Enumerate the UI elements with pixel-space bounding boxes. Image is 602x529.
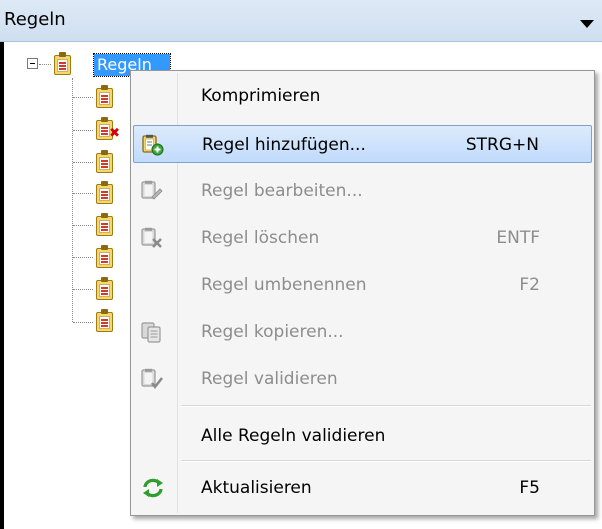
tree-line xyxy=(73,289,93,290)
root-clipboard-icon xyxy=(53,52,73,76)
tree-line xyxy=(73,225,93,226)
menu-item-label: Aktualisieren xyxy=(201,478,312,498)
menu-item-aktualisieren[interactable]: Aktualisieren F5 xyxy=(133,469,592,507)
tree-line xyxy=(39,64,51,65)
tree-line xyxy=(73,162,93,163)
panel-title: Regeln xyxy=(4,9,66,30)
delete-rule-icon xyxy=(141,227,163,249)
tree-line xyxy=(72,78,73,322)
context-menu: Komprimieren Regel hinzufügen... STRG+N xyxy=(130,70,595,516)
tree-line xyxy=(73,97,93,98)
panel-dropdown-icon[interactable] xyxy=(580,20,594,28)
menu-item-shortcut: F5 xyxy=(519,478,540,498)
menu-item-label: Komprimieren xyxy=(201,86,321,106)
menu-item-label: Regel bearbeiten... xyxy=(201,181,363,201)
menu-item-shortcut: STRG+N xyxy=(465,135,539,155)
menu-item-regel-kopieren[interactable]: Regel kopieren... xyxy=(133,313,592,351)
menu-item-shortcut: F2 xyxy=(519,275,540,295)
tree-child-clipboard-icon[interactable] xyxy=(95,181,115,205)
tree-collapse-icon[interactable] xyxy=(27,58,38,69)
add-rule-icon xyxy=(142,134,164,156)
tree-child-clipboard-icon[interactable] xyxy=(95,213,115,237)
refresh-icon xyxy=(141,477,163,499)
menu-separator xyxy=(181,405,591,407)
tree-child-clipboard-icon[interactable] xyxy=(95,277,115,301)
error-x-icon: ✖ xyxy=(109,126,120,141)
copy-rule-icon xyxy=(141,321,163,343)
menu-item-regel-validieren[interactable]: Regel validieren xyxy=(133,360,592,398)
menu-item-label: Regel kopieren... xyxy=(201,322,344,342)
menu-item-komprimieren[interactable]: Komprimieren xyxy=(133,77,592,115)
menu-item-shortcut: ENTF xyxy=(496,228,540,248)
menu-item-label: Regel hinzufügen... xyxy=(202,135,366,155)
tree-child-error-clipboard-icon[interactable]: ✖ xyxy=(95,117,120,141)
menu-item-label: Alle Regeln validieren xyxy=(201,426,386,446)
tree-line xyxy=(73,322,93,323)
tree-child-clipboard-icon[interactable] xyxy=(95,245,115,269)
menu-item-regel-loeschen[interactable]: Regel löschen ENTF xyxy=(133,219,592,257)
validate-rule-icon xyxy=(141,368,163,390)
left-border xyxy=(0,42,4,529)
tree-line xyxy=(73,130,93,131)
tree-child-clipboard-icon[interactable] xyxy=(95,85,115,109)
edit-rule-icon xyxy=(141,180,163,202)
tree-line xyxy=(73,193,93,194)
menu-item-label: Regel umbenennen xyxy=(201,275,367,295)
menu-item-regel-umbenennen[interactable]: Regel umbenennen F2 xyxy=(133,266,592,304)
menu-item-regel-bearbeiten[interactable]: Regel bearbeiten... xyxy=(133,172,592,210)
menu-item-alle-regeln-validieren[interactable]: Alle Regeln validieren xyxy=(133,417,592,455)
panel-header: Regeln xyxy=(0,0,602,42)
menu-item-label: Regel validieren xyxy=(201,369,338,389)
menu-item-label: Regel löschen xyxy=(201,228,320,248)
menu-item-regel-hinzufuegen[interactable]: Regel hinzufügen... STRG+N xyxy=(133,125,592,163)
tree-line xyxy=(73,257,93,258)
tree-child-clipboard-icon[interactable] xyxy=(95,309,115,333)
menu-separator xyxy=(181,460,591,462)
tree-child-clipboard-icon[interactable] xyxy=(95,150,115,174)
